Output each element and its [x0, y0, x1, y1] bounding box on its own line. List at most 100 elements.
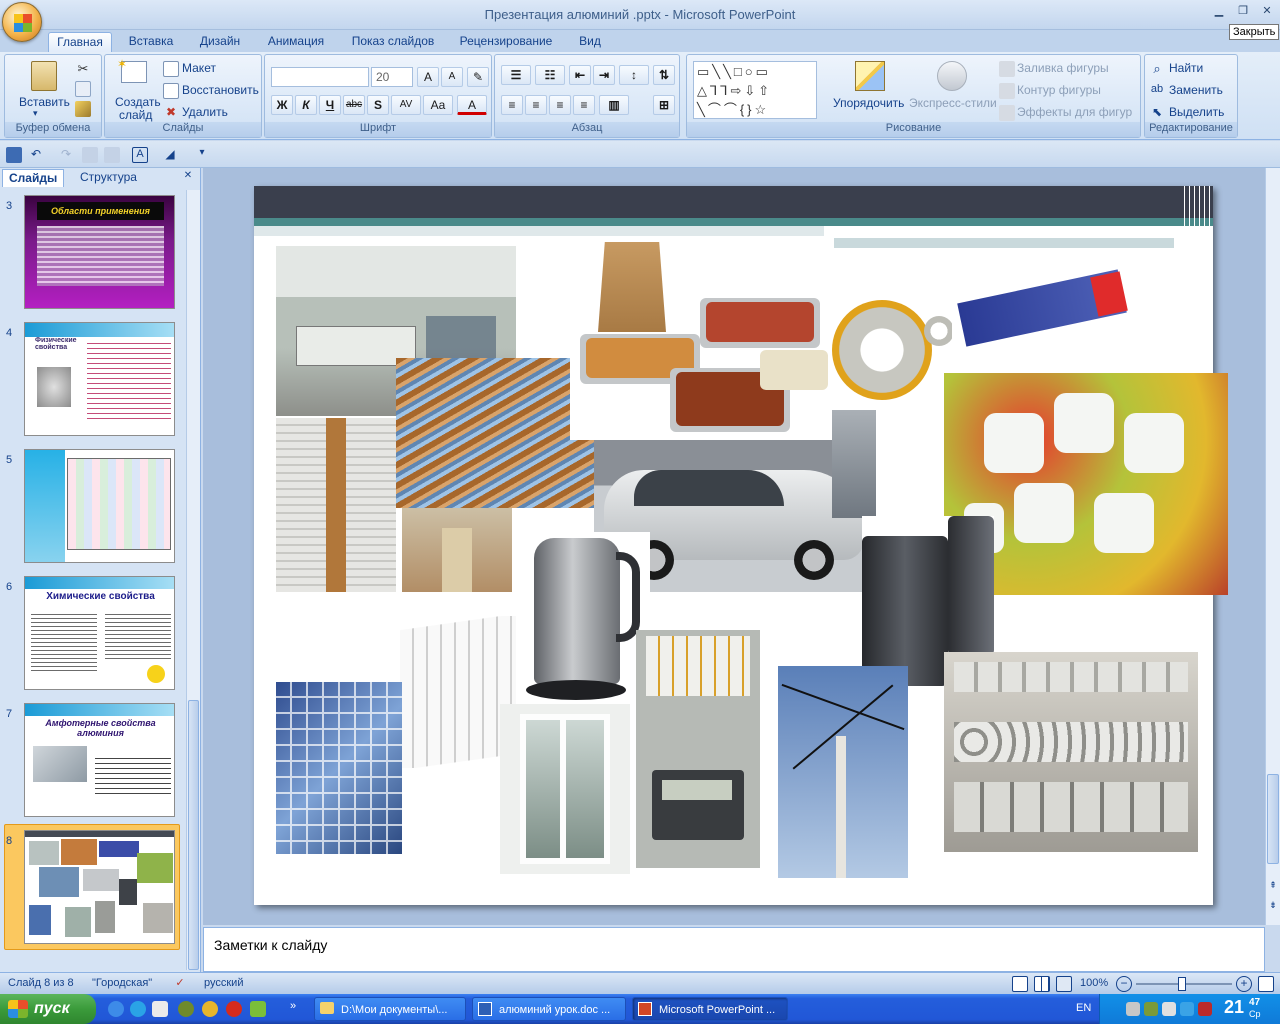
new-slide-label-1[interactable]: Создать [115, 95, 161, 109]
app-icon[interactable] [152, 1001, 168, 1017]
font-name-combo[interactable] [271, 67, 369, 87]
shadow-button[interactable]: S [367, 95, 389, 115]
ie-icon[interactable] [108, 1001, 124, 1017]
binoculars-icon[interactable]: ⌕ [1149, 61, 1165, 77]
find-button[interactable]: Найти [1169, 61, 1203, 75]
quick-styles-icon[interactable] [937, 61, 967, 91]
undo-icon[interactable]: ↶ [28, 147, 44, 163]
fit-to-window-icon[interactable] [1258, 976, 1274, 992]
font-size-icon[interactable]: ◢ [162, 147, 178, 163]
char-spacing-button[interactable]: AV [391, 95, 421, 115]
bold-button[interactable]: Ж [271, 95, 293, 115]
normal-view-icon[interactable] [1012, 976, 1028, 992]
tray-icon[interactable] [1126, 1002, 1140, 1016]
shrink-font-button[interactable]: A [441, 67, 463, 87]
language-indicator[interactable]: русский [204, 977, 243, 989]
taskbar-powerpoint[interactable]: Microsoft PowerPoint ... [632, 997, 788, 1021]
font-color-button[interactable]: A [457, 95, 487, 115]
print-preview-icon[interactable] [82, 147, 98, 163]
tray-icon[interactable] [1180, 1002, 1194, 1016]
align-right-button[interactable]: ≡ [549, 95, 571, 115]
skype-icon[interactable] [130, 1001, 146, 1017]
clock-minutes[interactable]: 47 [1249, 997, 1260, 1008]
close-panel-icon[interactable]: ✕ [180, 170, 196, 186]
arrange-button[interactable]: Упорядочить [833, 96, 904, 110]
minimize-button[interactable]: ▁ [1208, 4, 1230, 20]
next-slide-icon[interactable]: ⇟ [1267, 900, 1279, 914]
increase-indent-button[interactable]: ⇥ [593, 65, 615, 85]
spellcheck-icon[interactable]: ✓ [172, 976, 188, 992]
grow-font-button[interactable]: A [417, 67, 439, 87]
close-button[interactable]: ✕ [1256, 4, 1278, 20]
layout-button[interactable]: Макет [182, 61, 216, 75]
reset-button[interactable]: Восстановить [182, 83, 259, 97]
prev-slide-icon[interactable]: ⇞ [1267, 880, 1279, 894]
slide-sorter-icon[interactable] [1034, 976, 1050, 992]
quick-styles-button[interactable]: Экспресс-стили [909, 96, 997, 110]
clear-format-button[interactable]: ✎ [467, 67, 489, 87]
justify-button[interactable]: ≡ [573, 95, 595, 115]
numbering-button[interactable]: ☷ [535, 65, 565, 85]
font-size-combo[interactable]: 20 [371, 67, 413, 87]
smartart-button[interactable]: ⊞ [653, 95, 675, 115]
app-icon[interactable] [202, 1001, 218, 1017]
panel-scroll-thumb[interactable] [188, 700, 199, 970]
clock-hours[interactable]: 21 [1224, 997, 1244, 1018]
text-direction-button[interactable]: ⇅ [653, 65, 675, 85]
office-button[interactable] [2, 2, 42, 42]
select-button[interactable]: Выделить [1169, 105, 1224, 119]
redo-icon[interactable]: ↷ [58, 147, 74, 163]
zoom-out-icon[interactable]: − [1116, 976, 1132, 992]
table-icon[interactable] [104, 147, 120, 163]
bullets-button[interactable]: ☰ [501, 65, 531, 85]
shape-fill-icon[interactable] [999, 61, 1015, 77]
layout-icon[interactable] [163, 61, 179, 77]
slide-thumbnail-8[interactable] [24, 830, 175, 944]
panel-scrollbar[interactable] [186, 190, 200, 970]
tab-slides[interactable]: Слайды [2, 169, 65, 187]
shape-fill-button[interactable]: Заливка фигуры [1017, 61, 1109, 75]
strikethrough-button[interactable]: abc [343, 95, 365, 115]
tray-icon[interactable] [1162, 1002, 1176, 1016]
clock-day[interactable]: Ср [1249, 1009, 1261, 1019]
shape-effects-button[interactable]: Эффекты для фигур [1017, 105, 1132, 119]
save-icon[interactable] [6, 147, 22, 163]
zoom-level[interactable]: 100% [1080, 977, 1108, 989]
paste-dropdown-icon[interactable]: ▾ [33, 108, 38, 119]
tab-design[interactable]: Дизайн [192, 32, 248, 52]
tab-slideshow[interactable]: Показ слайдов [344, 32, 442, 52]
paste-button[interactable]: Вставить [19, 95, 70, 109]
italic-button[interactable]: К [295, 95, 317, 115]
decrease-indent-button[interactable]: ⇤ [569, 65, 591, 85]
slide-canvas[interactable] [254, 186, 1228, 905]
show-more-icon[interactable]: » [290, 1000, 296, 1012]
zoom-in-icon[interactable]: + [1236, 976, 1252, 992]
notes-pane[interactable]: Заметки к слайду [203, 927, 1265, 972]
zoom-slider-thumb[interactable] [1178, 977, 1186, 991]
slide-thumbnail-4[interactable]: Физические свойства [24, 322, 175, 436]
slide-scroll-thumb[interactable] [1267, 774, 1279, 864]
tab-animation[interactable]: Анимация [260, 32, 332, 52]
customize-qat-icon[interactable]: ▾ [194, 147, 210, 163]
taskbar-word[interactable]: алюминий урок.doc ... [472, 997, 626, 1021]
cut-icon[interactable]: ✂ [75, 61, 91, 77]
new-slide-label-2[interactable]: слайд [119, 108, 152, 122]
tab-insert[interactable]: Вставка [120, 32, 182, 52]
slideshow-view-icon[interactable] [1056, 976, 1072, 992]
text-box-icon[interactable]: A [132, 147, 148, 163]
shape-outline-button[interactable]: Контур фигуры [1017, 83, 1101, 97]
slide-thumbnail-7[interactable]: Амфотерные свойства алюминия [24, 703, 175, 817]
shape-effects-icon[interactable] [999, 105, 1015, 121]
arrange-icon[interactable] [855, 61, 885, 91]
restore-button[interactable]: ❐ [1232, 4, 1254, 20]
notes-placeholder[interactable]: Заметки к слайду [214, 937, 327, 953]
language-bar[interactable]: EN [1076, 1002, 1091, 1014]
delete-button[interactable]: Удалить [182, 105, 228, 119]
tab-home[interactable]: Главная [48, 32, 112, 52]
opera-icon[interactable] [226, 1001, 242, 1017]
tab-outline[interactable]: Структура [74, 169, 143, 187]
underline-button[interactable]: Ч [319, 95, 341, 115]
format-painter-icon[interactable] [75, 101, 91, 117]
tab-view[interactable]: Вид [570, 32, 610, 52]
align-center-button[interactable]: ≡ [525, 95, 547, 115]
